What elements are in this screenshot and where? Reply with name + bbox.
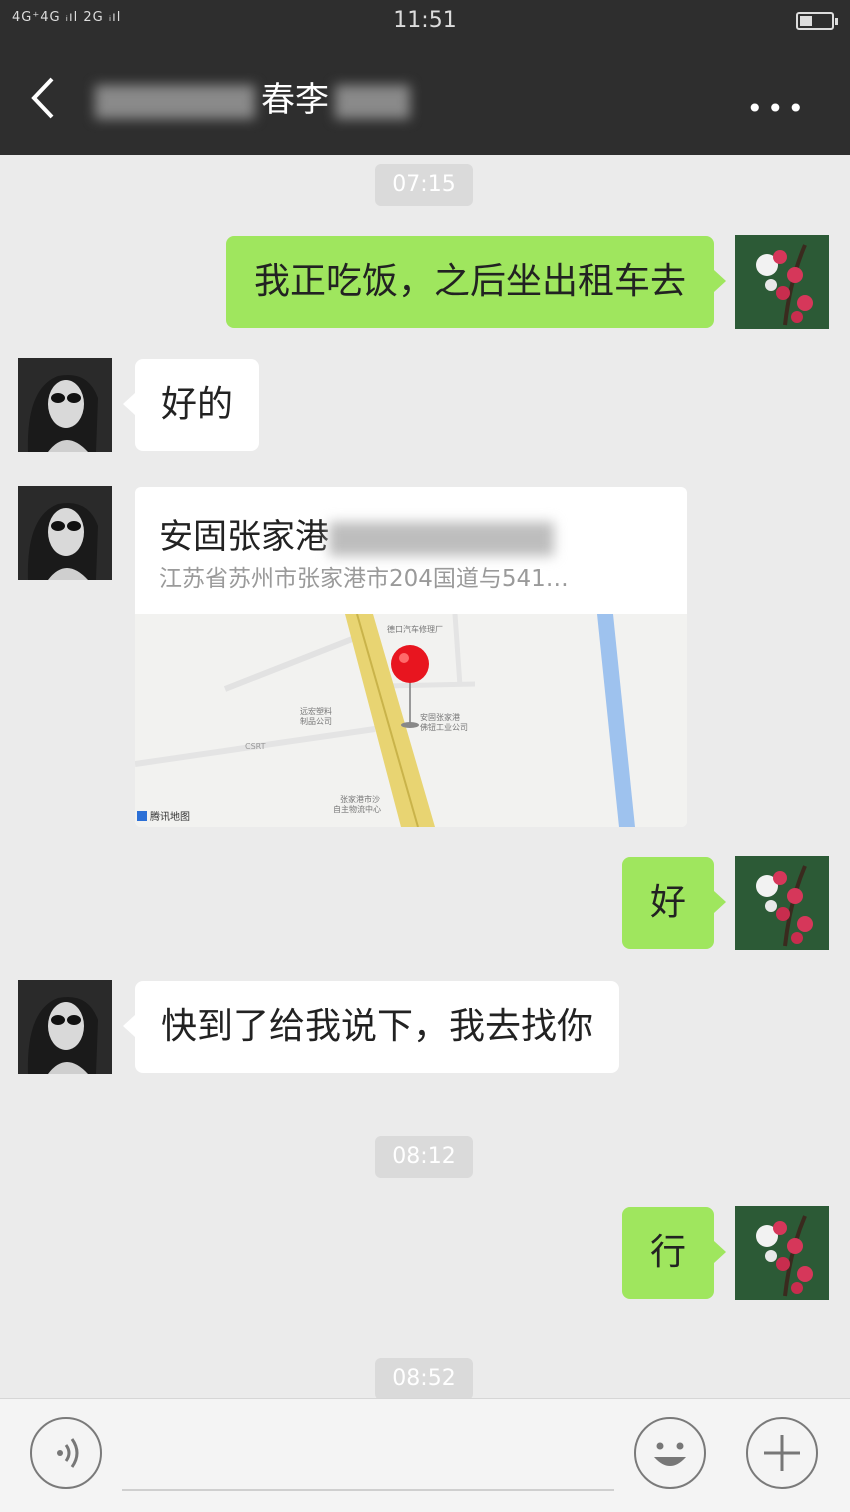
add-button[interactable] [746,1417,818,1489]
avatar[interactable] [18,486,112,580]
chat-title: 春李 [95,72,410,121]
avatar[interactable] [18,980,112,1074]
map-image: 德口汽车修理厂 远宏塑料 制品公司 安固张家港 佛钮工业公司 张家港市沙 自主物… [135,613,687,827]
avatar[interactable] [18,358,112,452]
emoji-icon [654,1442,686,1466]
flower-avatar-image [735,1206,829,1300]
location-title-text: 安固张家港 [159,517,329,557]
location-message-card[interactable]: 安固张家港 江苏省苏州市张家港市204国道与541… 德口汽车修理厂 远宏塑料 … [135,487,687,827]
message-input[interactable] [122,1489,614,1491]
message-bubble-received[interactable]: 快到了给我说下，我去找你 [122,981,620,1073]
message-bubble-received[interactable]: 好的 [122,359,260,451]
map-pin-highlight [399,653,409,663]
flower-avatar-image [735,235,829,329]
redacted-name-part [95,84,255,119]
map-label: 自主物流中心 [333,804,381,814]
chat-header: 春李 ••• [0,42,850,155]
location-map-preview[interactable]: 德口汽车修理厂 远宏塑料 制品公司 安固张家港 佛钮工业公司 张家港市沙 自主物… [135,613,687,827]
woman-sunglasses-avatar-image [18,486,112,580]
status-bar: 4G⁺4G ᵢıl 2G ᵢıl 11:51 [0,0,850,42]
chevron-left-icon [31,77,54,119]
input-bar [0,1398,850,1512]
voice-button[interactable] [30,1417,102,1489]
timestamp: 08:52 [375,1358,473,1400]
avatar[interactable] [735,235,829,329]
redacted-location-part [329,521,554,556]
map-attribution: 腾讯地图 [150,810,190,823]
message-bubble-sent[interactable]: 我正吃饭，之后坐出租车去 [225,236,727,328]
redacted-name-part [335,84,410,119]
voice-icon [57,1438,79,1468]
more-dots-icon: ••• [746,92,808,125]
map-label: 张家港市沙 [340,794,380,804]
status-time: 11:51 [393,8,457,33]
message-bubble-sent[interactable]: 行 [621,1207,727,1299]
map-label: 制品公司 [300,716,332,726]
tencent-map-logo-icon [137,811,147,821]
map-label: 远宏塑料 [300,706,332,716]
timestamp: 08:12 [375,1136,473,1178]
woman-sunglasses-avatar-image [18,980,112,1074]
woman-sunglasses-avatar-image [18,358,112,452]
map-pin-icon [391,645,429,683]
location-address: 江苏省苏州市张家港市204国道与541… [159,566,569,592]
flower-avatar-image [735,856,829,950]
map-label: 安固张家港 [420,712,460,722]
map-label: 德口汽车修理厂 [387,624,443,634]
emoji-button[interactable] [634,1417,706,1489]
avatar[interactable] [735,856,829,950]
avatar[interactable] [735,1206,829,1300]
timestamp: 07:15 [375,164,473,206]
message-bubble-sent[interactable]: 好 [621,857,727,949]
plus-icon [764,1435,800,1471]
map-label: CSRT [245,742,266,751]
map-pin-shadow [401,722,419,728]
location-title: 安固张家港 [159,509,554,558]
back-button[interactable] [28,75,58,121]
battery-icon [796,12,838,30]
chat-title-text: 春李 [261,80,329,120]
more-button[interactable]: ••• [746,92,808,125]
map-label: 佛钮工业公司 [420,722,468,732]
battery-fill [800,16,812,26]
